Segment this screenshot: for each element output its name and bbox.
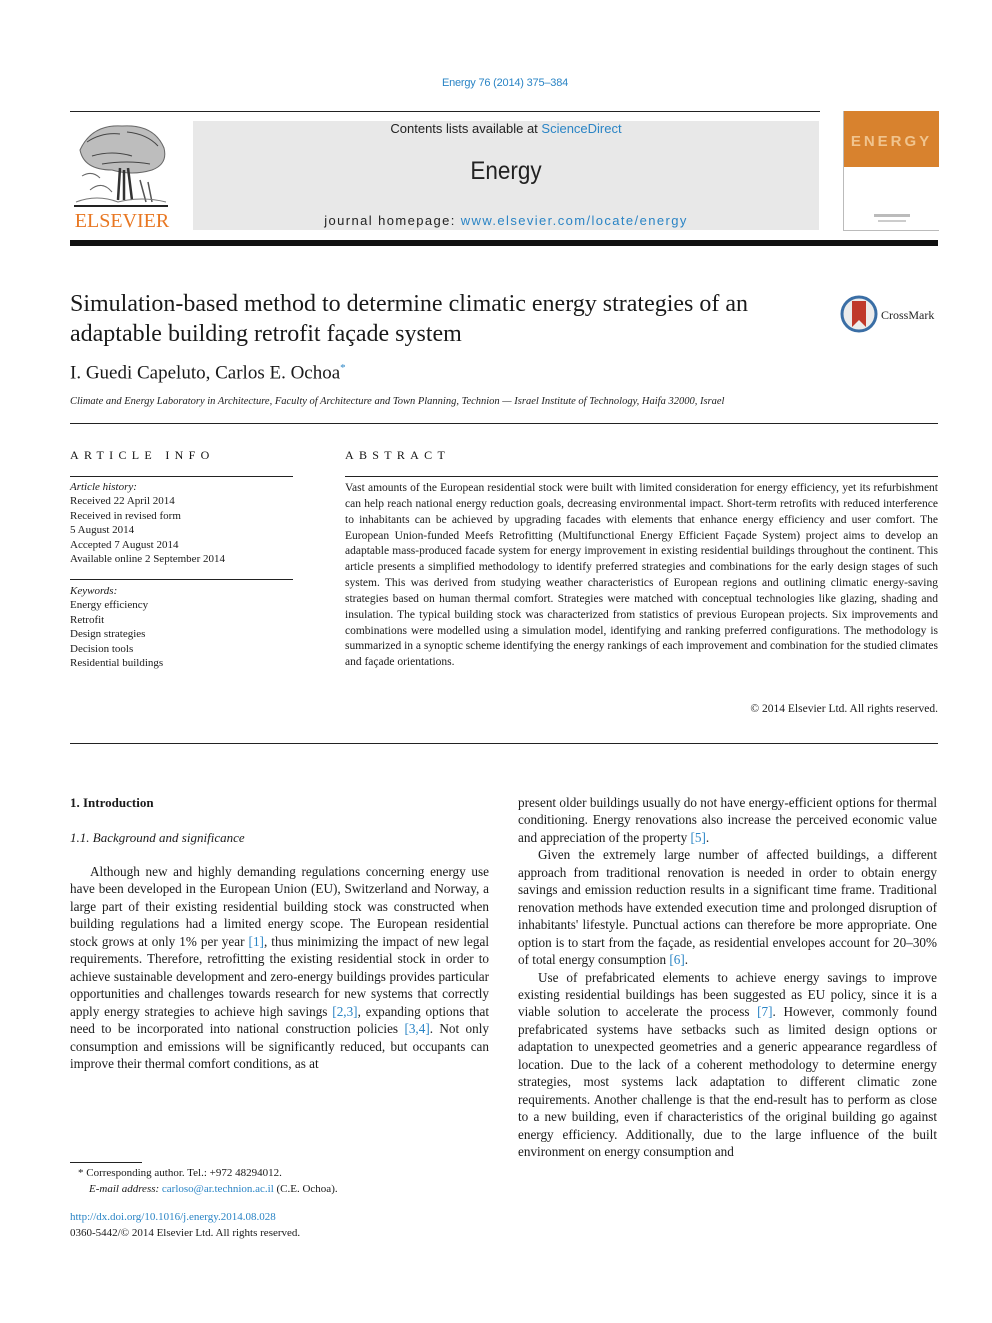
crossmark-label: CrossMark	[881, 308, 935, 322]
doi-link[interactable]: http://dx.doi.org/10.1016/j.energy.2014.…	[70, 1211, 276, 1223]
paragraph: Given the extremely large number of affe…	[518, 847, 937, 968]
abstract-text: Vast amounts of the European residential…	[345, 482, 938, 669]
article-history: Article history: Received 22 April 2014 …	[70, 480, 293, 566]
abstract-heading: ABSTRACT	[345, 448, 451, 462]
homepage-line: journal homepage: www.elsevier.com/locat…	[324, 213, 688, 228]
cover-publisher-mark-2	[878, 220, 906, 222]
keywords-label: Keywords:	[70, 585, 118, 597]
elsevier-wordmark: ELSEVIER	[74, 210, 170, 232]
elsevier-logo[interactable]: ELSEVIER	[70, 118, 174, 234]
masthead-bottom-rule	[70, 240, 938, 246]
abstract-rule	[345, 476, 938, 477]
cover-title: ENERGY	[850, 133, 933, 150]
crossmark-icon	[840, 295, 878, 333]
abstract-copyright: © 2014 Elsevier Ltd. All rights reserved…	[750, 703, 938, 715]
paragraph: Although new and highly demanding regula…	[70, 864, 489, 1071]
journal-citation-link[interactable]: Energy 76 (2014) 375–384	[442, 77, 568, 89]
author-list: I. Guedi Capeluto, Carlos E. Ochoa*	[70, 362, 346, 384]
email-line: E-mail address: carloso@ar.technion.ac.i…	[89, 1182, 338, 1195]
history-item: Accepted 7 August 2014	[70, 538, 179, 551]
journal-masthead: Contents lists available at ScienceDirec…	[193, 121, 819, 230]
email-label: E-mail address:	[89, 1182, 162, 1195]
doi-block: http://dx.doi.org/10.1016/j.energy.2014.…	[70, 1210, 490, 1241]
paragraph: Use of prefabricated elements to achieve…	[518, 969, 937, 1160]
history-item: Received in revised form	[70, 509, 181, 522]
body-column-left: Although new and highly demanding regula…	[70, 863, 489, 1072]
citation-link[interactable]: [6]	[669, 952, 684, 967]
contents-line: Contents lists available at ScienceDirec…	[390, 121, 622, 136]
cover-publisher-mark	[874, 214, 910, 217]
keywords-rule	[70, 579, 293, 580]
citation-link[interactable]: [5]	[690, 830, 705, 845]
keyword-item: Residential buildings	[70, 657, 164, 670]
authors: I. Guedi Capeluto, Carlos E. Ochoa	[70, 362, 341, 384]
sciencedirect-link[interactable]: ScienceDirect	[541, 121, 621, 136]
article-history-label: Article history:	[70, 481, 137, 493]
keyword-item: Decision tools	[70, 642, 134, 655]
paragraph: present older buildings usually do not h…	[518, 795, 937, 845]
header-divider	[70, 111, 820, 112]
citation-link[interactable]: [7]	[757, 1004, 772, 1019]
journal-name: Energy	[470, 157, 542, 185]
citation-link[interactable]: [1]	[249, 934, 264, 949]
history-item: 5 August 2014	[70, 524, 135, 537]
corresponding-author-note: * Corresponding author. Tel.: +972 48294…	[78, 1167, 282, 1179]
journal-citation[interactable]: Energy 76 (2014) 375–384	[0, 77, 992, 89]
subsection-heading-background: 1.1. Background and significance	[70, 830, 245, 845]
journal-cover-thumbnail[interactable]: ENERGY	[843, 111, 939, 231]
history-item: Received 22 April 2014	[70, 495, 175, 508]
keyword-item: Energy efficiency	[70, 599, 149, 612]
email-link[interactable]: carloso@ar.technion.ac.il	[162, 1183, 274, 1195]
article-title: Simulation-based method to determine cli…	[70, 291, 749, 347]
crossmark-badge[interactable]: CrossMark	[840, 295, 940, 335]
article-info-rule	[70, 476, 293, 477]
keywords: Keywords: Energy efficiency Retrofit Des…	[70, 584, 293, 670]
keyword-item: Design strategies	[70, 628, 146, 641]
issn-copyright: 0360-5442/© 2014 Elsevier Ltd. All right…	[70, 1226, 301, 1239]
section-heading-introduction: 1. Introduction	[70, 795, 154, 810]
title-divider	[70, 423, 938, 424]
keyword-item: Retrofit	[70, 613, 105, 626]
front-matter-divider	[70, 743, 938, 744]
history-item: Available online 2 September 2014	[70, 553, 225, 566]
footnote: * Corresponding author. Tel.: +972 48294…	[78, 1166, 498, 1197]
affiliation: Climate and Energy Laboratory in Archite…	[70, 396, 725, 407]
footnote-rule	[70, 1162, 142, 1163]
corresponding-author-mark[interactable]: *	[340, 362, 346, 374]
citation-link[interactable]: [3,4]	[404, 1021, 429, 1036]
elsevier-tree-icon	[74, 125, 168, 207]
body-column-right: present older buildings usually do not h…	[518, 794, 937, 1161]
article-info-heading: ARTICLE INFO	[70, 448, 215, 462]
cover-banner: ENERGY	[844, 111, 939, 167]
journal-homepage-link[interactable]: www.elsevier.com/locate/energy	[461, 213, 688, 228]
citation-link[interactable]: [2,3]	[332, 1004, 357, 1019]
